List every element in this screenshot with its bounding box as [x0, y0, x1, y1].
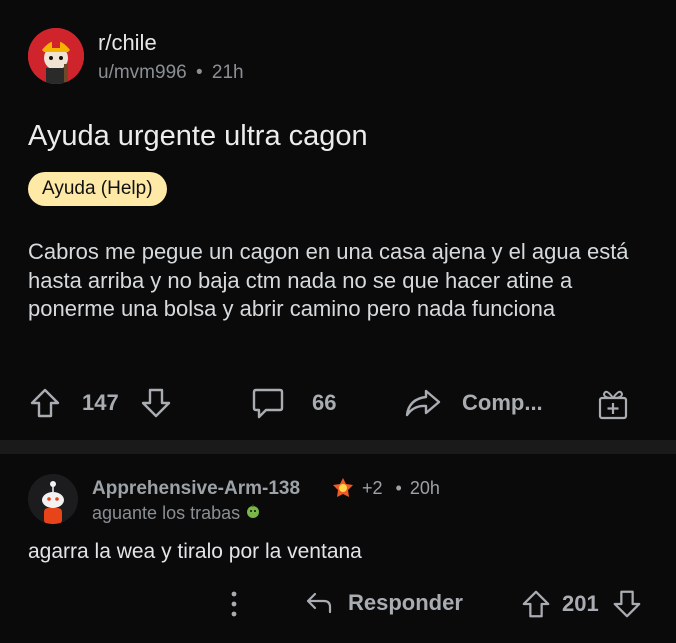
subreddit-avatar[interactable]: [28, 28, 84, 84]
gift-icon: [596, 386, 630, 422]
post-meta: u/mvm996 • 21h: [98, 62, 244, 84]
upvote-icon[interactable]: [520, 588, 552, 620]
comment-meta: +2 • 20h: [362, 478, 440, 499]
meta-separator: •: [395, 478, 402, 498]
share-button[interactable]: Comp...: [404, 386, 543, 420]
comment-icon: [250, 386, 286, 420]
comment-body: agarra la wea y tiralo por la ventana: [28, 540, 362, 563]
user-flair-text: aguante los trabas: [92, 503, 241, 523]
upvote-count: 147: [82, 390, 119, 415]
subreddit-name[interactable]: r/chile: [98, 30, 157, 56]
comment-author[interactable]: Apprehensive-Arm-138: [92, 478, 300, 500]
comment-more-button[interactable]: [224, 588, 244, 620]
achievement-badge-icon: [331, 476, 355, 505]
award-button[interactable]: [596, 386, 630, 422]
comment-age: 20h: [409, 478, 440, 498]
post-title[interactable]: Ayuda urgente ultra cagon: [28, 120, 368, 153]
flair-emoji-icon: [244, 502, 262, 525]
comment-count: 66: [312, 390, 337, 415]
comment-score: 201: [562, 591, 599, 616]
section-divider: [0, 440, 676, 454]
comment-avatar[interactable]: [28, 474, 78, 524]
reply-button[interactable]: Responder: [304, 588, 463, 618]
post-author[interactable]: u/mvm996: [98, 62, 187, 83]
downvote-icon[interactable]: [139, 386, 173, 420]
comment-vote-group: 201: [520, 588, 643, 620]
karma-badge: +2: [362, 478, 383, 498]
share-label: Comp...: [462, 390, 543, 415]
share-icon: [404, 386, 442, 420]
user-flair: aguante los trabas: [92, 502, 262, 525]
reply-label: Responder: [348, 590, 463, 615]
downvote-icon[interactable]: [611, 588, 643, 620]
upvote-icon[interactable]: [28, 386, 62, 420]
post-vote-group: 147: [28, 386, 173, 420]
comments-button[interactable]: 66: [250, 386, 336, 420]
reply-icon: [304, 588, 334, 618]
post-body: Cabros me pegue un cagon en una casa aje…: [28, 239, 629, 321]
meta-separator: •: [195, 62, 203, 83]
post-age: 21h: [211, 62, 244, 83]
more-icon: [224, 588, 244, 620]
post-flair[interactable]: Ayuda (Help): [28, 172, 167, 206]
